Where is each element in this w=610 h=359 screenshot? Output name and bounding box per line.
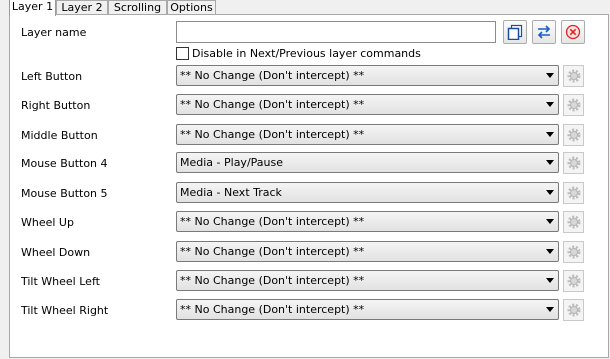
row-label: Tilt Wheel Left [21, 275, 100, 288]
dropdown-arrow-icon [546, 132, 554, 137]
gear-icon [567, 245, 581, 259]
settings-button[interactable] [563, 299, 584, 321]
action-select-value: Media - Next Track [180, 186, 282, 199]
settings-button[interactable] [563, 241, 584, 263]
tab-layer-2[interactable]: Layer 2 [56, 0, 108, 15]
row-label: Right Button [21, 99, 91, 112]
dropdown-arrow-icon [546, 249, 554, 254]
tab-layer-1[interactable]: Layer 1 [9, 0, 56, 16]
row-label: Tilt Wheel Right [21, 304, 109, 317]
action-select-value: ** No Change (Don't intercept) ** [180, 303, 365, 316]
action-select[interactable]: Media - Play/Pause [176, 152, 559, 173]
gear-icon [567, 215, 581, 229]
settings-button[interactable] [563, 211, 584, 233]
disable-layer-checkbox[interactable] [176, 47, 189, 60]
row-label: Mouse Button 4 [21, 157, 108, 170]
row-label: Wheel Down [21, 246, 91, 259]
settings-button[interactable] [563, 124, 584, 146]
action-select[interactable]: ** No Change (Don't intercept) ** [176, 270, 559, 291]
action-select-value: ** No Change (Don't intercept) ** [180, 245, 365, 258]
gear-icon [567, 274, 581, 288]
dropdown-arrow-icon [546, 102, 554, 107]
row-label: Middle Button [21, 129, 98, 142]
settings-button[interactable] [563, 270, 584, 292]
action-select[interactable]: ** No Change (Don't intercept) ** [176, 299, 559, 320]
action-select-value: ** No Change (Don't intercept) ** [180, 98, 365, 111]
swap-icon [537, 25, 551, 39]
dropdown-arrow-icon [546, 278, 554, 283]
action-select-value: ** No Change (Don't intercept) ** [180, 69, 365, 82]
action-select-value: ** No Change (Don't intercept) ** [180, 215, 365, 228]
tab-options[interactable]: Options [167, 0, 216, 15]
action-select[interactable]: ** No Change (Don't intercept) ** [176, 211, 559, 232]
gear-icon [567, 156, 581, 170]
gear-icon [567, 98, 581, 112]
copy-layer-button[interactable] [503, 20, 527, 44]
action-select[interactable]: ** No Change (Don't intercept) ** [176, 124, 559, 145]
copy-icon [507, 24, 523, 40]
dropdown-arrow-icon [546, 307, 554, 312]
dropdown-arrow-icon [546, 219, 554, 224]
action-select[interactable]: Media - Next Track [176, 182, 559, 203]
delete-layer-button[interactable] [561, 20, 585, 44]
action-select-value: ** No Change (Don't intercept) ** [180, 128, 365, 141]
action-select-value: ** No Change (Don't intercept) ** [180, 274, 365, 287]
gear-icon [567, 128, 581, 142]
delete-icon [565, 24, 581, 40]
action-select-value: Media - Play/Pause [180, 156, 283, 169]
dropdown-arrow-icon [546, 190, 554, 195]
tab-scrolling[interactable]: Scrolling [108, 0, 167, 15]
row-label: Wheel Up [21, 216, 74, 229]
layer-name-input[interactable] [176, 21, 496, 43]
action-select[interactable]: ** No Change (Don't intercept) ** [176, 241, 559, 262]
row-label: Mouse Button 5 [21, 187, 108, 200]
gear-icon [567, 303, 581, 317]
settings-button[interactable] [563, 152, 584, 174]
disable-layer-checkbox-label: Disable in Next/Previous layer commands [192, 47, 421, 60]
settings-button[interactable] [563, 182, 584, 204]
settings-button[interactable] [563, 65, 584, 87]
gear-icon [567, 69, 581, 83]
layer-name-label: Layer name [21, 26, 87, 39]
action-select[interactable]: ** No Change (Don't intercept) ** [176, 65, 559, 86]
dropdown-arrow-icon [546, 73, 554, 78]
gear-icon [567, 186, 581, 200]
swap-layer-button[interactable] [532, 20, 556, 44]
row-label: Left Button [21, 70, 83, 83]
settings-button[interactable] [563, 94, 584, 116]
dropdown-arrow-icon [546, 160, 554, 165]
action-select[interactable]: ** No Change (Don't intercept) ** [176, 94, 559, 115]
